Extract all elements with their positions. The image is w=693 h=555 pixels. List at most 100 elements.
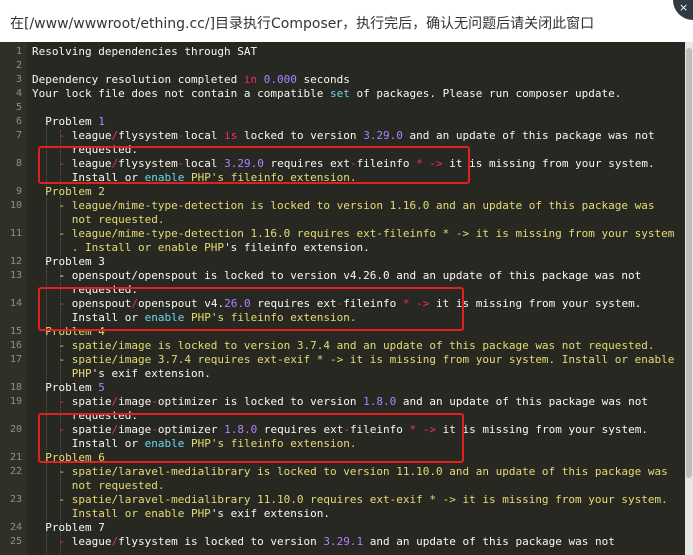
code-line: 11 - league/mime-type-detection 1.16.0 r… — [0, 227, 693, 241]
code-token: 's exif extension. — [210, 507, 331, 520]
code-line: 18 Problem 5 — [0, 381, 693, 395]
code-token: and an update of this package was not — [402, 129, 655, 142]
code-line: . Install or enable PHP's fileinfo exten… — [0, 241, 693, 255]
code-line: 6 Problem 1 — [0, 115, 693, 129]
code-line: not requested. — [0, 213, 693, 227]
line-number: 2 — [15, 60, 22, 71]
code-token: 1.8.0 — [363, 395, 397, 408]
code-line: 17 - spatie/image 3.7.4 requires ext-exi… — [0, 353, 693, 367]
code-text: Problem 2 — [32, 185, 105, 199]
composer-dialog: 在[/www/wwwroot/ething.cc/]目录执行Composer，执… — [0, 0, 693, 555]
code-token: of packages. Please run composer update. — [349, 87, 622, 100]
code-text: not requested. — [32, 213, 165, 227]
code-token: league — [65, 535, 112, 548]
line-number: 18 — [9, 382, 22, 393]
code-line: 2 — [0, 59, 693, 73]
code-token: - spatie/image is locked to version 3.7.… — [32, 339, 655, 352]
code-token: PHP — [32, 367, 92, 380]
line-number: 10 — [9, 200, 22, 211]
code-line: 3 Dependency resolution completed in 0.00… — [0, 73, 693, 87]
code-token: 3.29.0 — [363, 129, 403, 142]
code-token: optimizer is locked to version — [157, 395, 364, 408]
code-text: - league/flysystem is locked to version … — [32, 535, 615, 549]
highlight-box-line-8 — [38, 146, 470, 184]
close-icon: × — [679, 1, 689, 14]
code-text: Problem 5 — [32, 381, 105, 395]
line-number: 24 — [9, 522, 22, 533]
code-token: it is missing from your system. — [442, 157, 655, 170]
dialog-titlebar[interactable]: 在[/www/wwwroot/ething.cc/]目录执行Composer，执… — [0, 0, 693, 42]
code-line: 16 - spatie/image is locked to version 3… — [0, 339, 693, 353]
code-text: not requested. — [32, 479, 165, 493]
code-token: 's exif extension. — [91, 367, 211, 380]
code-token: Dependency resolution completed — [32, 73, 244, 86]
scrollbar-thumb[interactable] — [686, 48, 692, 478]
code-line: 19 - spatie/image-optimizer is locked to… — [0, 395, 693, 409]
code-token: Problem — [32, 381, 99, 394]
code-token: local — [184, 129, 225, 142]
line-number: 25 — [9, 536, 22, 547]
line-number: 14 — [9, 298, 22, 309]
code-line: 24 Problem 7 — [0, 521, 693, 535]
code-text: Resolving dependencies through SAT — [32, 45, 257, 59]
code-token: 3.29.1 — [323, 535, 364, 548]
code-token: - spatie/laravel-medialibrary 11.10.0 re… — [32, 493, 668, 506]
line-number: 19 — [9, 396, 22, 407]
code-token: locked to version — [237, 129, 364, 142]
code-text: Problem 1 — [32, 115, 105, 129]
code-token: - league/mime-type-detection is locked t… — [32, 199, 655, 212]
code-token: not requested. — [32, 479, 165, 492]
code-text: Your lock file does not contain a compat… — [32, 87, 621, 101]
code-token: Problem 3 — [32, 255, 105, 268]
code-line: 25 - league/flysystem is locked to versi… — [0, 535, 693, 549]
code-text: - spatie/image is locked to version 3.7.… — [32, 339, 655, 353]
dialog-title: 在[/www/wwwroot/ething.cc/]目录执行Composer，执… — [10, 16, 595, 32]
code-token: image — [118, 395, 152, 408]
code-line: 13 - openspout/openspout is locked to ve… — [0, 269, 693, 283]
code-text: Problem 7 — [32, 521, 105, 535]
code-line: 22 - spatie/laravel-medialibrary is lock… — [0, 465, 693, 479]
code-token: is — [224, 129, 238, 142]
code-token: - openspout/openspout is locked to versi… — [32, 269, 642, 282]
line-number: 16 — [9, 340, 22, 351]
code-token: in — [243, 73, 258, 86]
code-token: seconds — [296, 73, 350, 86]
line-number: 7 — [15, 130, 22, 141]
highlight-box-line-14 — [38, 287, 464, 331]
code-line: 9 Problem 2 — [0, 185, 693, 199]
code-text: - league/mime-type-detection 1.16.0 requ… — [32, 227, 674, 241]
code-line: 5 — [0, 101, 693, 115]
code-token: set — [330, 87, 350, 100]
code-token: 's fileinfo extension. — [224, 241, 370, 254]
highlight-box-line-20 — [38, 413, 464, 463]
code-token: spatie — [65, 395, 112, 408]
code-text: - spatie/laravel-medialibrary is locked … — [32, 465, 668, 479]
code-text: Problem 3 — [32, 255, 105, 269]
line-number: 4 — [15, 88, 22, 99]
code-line: 7 - league/flysystem-local is locked to … — [0, 129, 693, 143]
code-token: flysystem is locked to version — [118, 535, 324, 548]
code-text: - league/flysystem-local is locked to ve… — [32, 129, 655, 143]
code-text: - league/mime-type-detection is locked t… — [32, 199, 655, 213]
code-token: Install or enable PHP — [32, 507, 211, 520]
code-token: 5 — [98, 381, 105, 394]
vertical-scrollbar[interactable] — [685, 42, 693, 555]
code-text: - spatie/image 3.7.4 requires ext-exif *… — [32, 353, 674, 367]
line-number: 20 — [9, 424, 22, 435]
code-line: 12 Problem 3 — [0, 255, 693, 269]
line-number: 1 — [15, 46, 22, 57]
code-editor[interactable]: 1 Resolving dependencies through SAT 2 3 Dep… — [0, 42, 693, 555]
code-line: 1 Resolving dependencies through SAT — [0, 45, 693, 59]
line-number: 13 — [9, 270, 22, 281]
line-number: 23 — [9, 494, 22, 505]
line-number: 22 — [9, 466, 22, 477]
line-number: 17 — [9, 354, 22, 365]
line-number: 5 — [15, 102, 22, 113]
code-line: PHP's exif extension. — [0, 367, 693, 381]
line-number: 15 — [9, 326, 22, 337]
code-token: - spatie/laravel-medialibrary is locked … — [32, 465, 668, 478]
code-token: Your lock file does not contain a compat… — [32, 87, 331, 100]
